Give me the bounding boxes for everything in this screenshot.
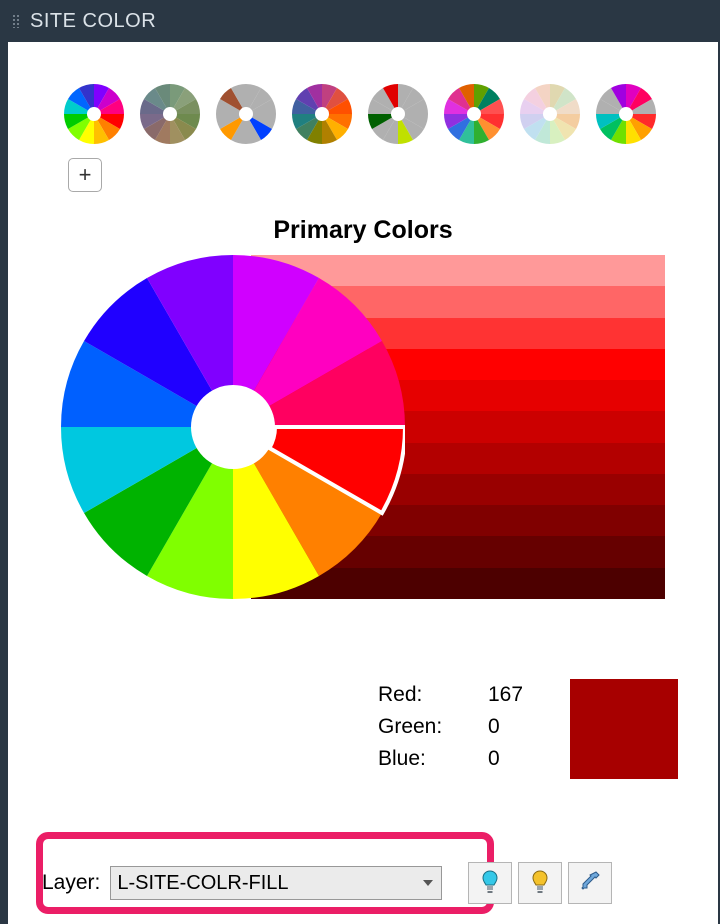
palette-thumb-p5[interactable] <box>368 84 428 144</box>
palette-thumb-muted[interactable] <box>140 84 200 144</box>
current-color-swatch <box>570 679 678 779</box>
palette-thumb-p3[interactable] <box>216 84 276 144</box>
layer-row: Layer: L-SITE-COLR-FILL <box>36 862 612 904</box>
color-picker <box>61 255 665 599</box>
palette-thumbnails <box>8 42 718 144</box>
panel-body: + Primary Colors Red: Green: Blue: 167 0… <box>8 42 718 924</box>
eyedropper-button[interactable] <box>568 862 612 904</box>
palette-thumb-p6[interactable] <box>444 84 504 144</box>
lightbulb-cyan-button[interactable] <box>468 862 512 904</box>
green-label: Green: <box>378 711 488 743</box>
lightbulb-yellow-button[interactable] <box>518 862 562 904</box>
layer-label: Layer: <box>42 871 100 895</box>
palette-thumb-p4[interactable] <box>292 84 352 144</box>
red-label: Red: <box>378 679 488 711</box>
palette-thumb-bright[interactable] <box>596 84 656 144</box>
green-value: 0 <box>488 711 558 743</box>
color-wheel[interactable] <box>61 255 405 599</box>
rgb-readout: Red: Green: Blue: 167 0 0 <box>8 679 678 779</box>
chevron-down-icon <box>423 880 433 886</box>
drag-grip-icon[interactable] <box>12 14 20 28</box>
add-palette-button[interactable]: + <box>68 158 102 192</box>
palette-thumb-pastel[interactable] <box>520 84 580 144</box>
panel-title: SITE COLOR <box>30 10 156 33</box>
primary-colors-heading: Primary Colors <box>8 216 718 245</box>
panel-titlebar: SITE COLOR <box>0 0 720 42</box>
blue-label: Blue: <box>378 743 488 775</box>
layer-select[interactable]: L-SITE-COLR-FILL <box>110 866 442 900</box>
red-value: 167 <box>488 679 558 711</box>
palette-thumb-full[interactable] <box>64 84 124 144</box>
layer-select-value: L-SITE-COLR-FILL <box>117 872 288 895</box>
blue-value: 0 <box>488 743 558 775</box>
